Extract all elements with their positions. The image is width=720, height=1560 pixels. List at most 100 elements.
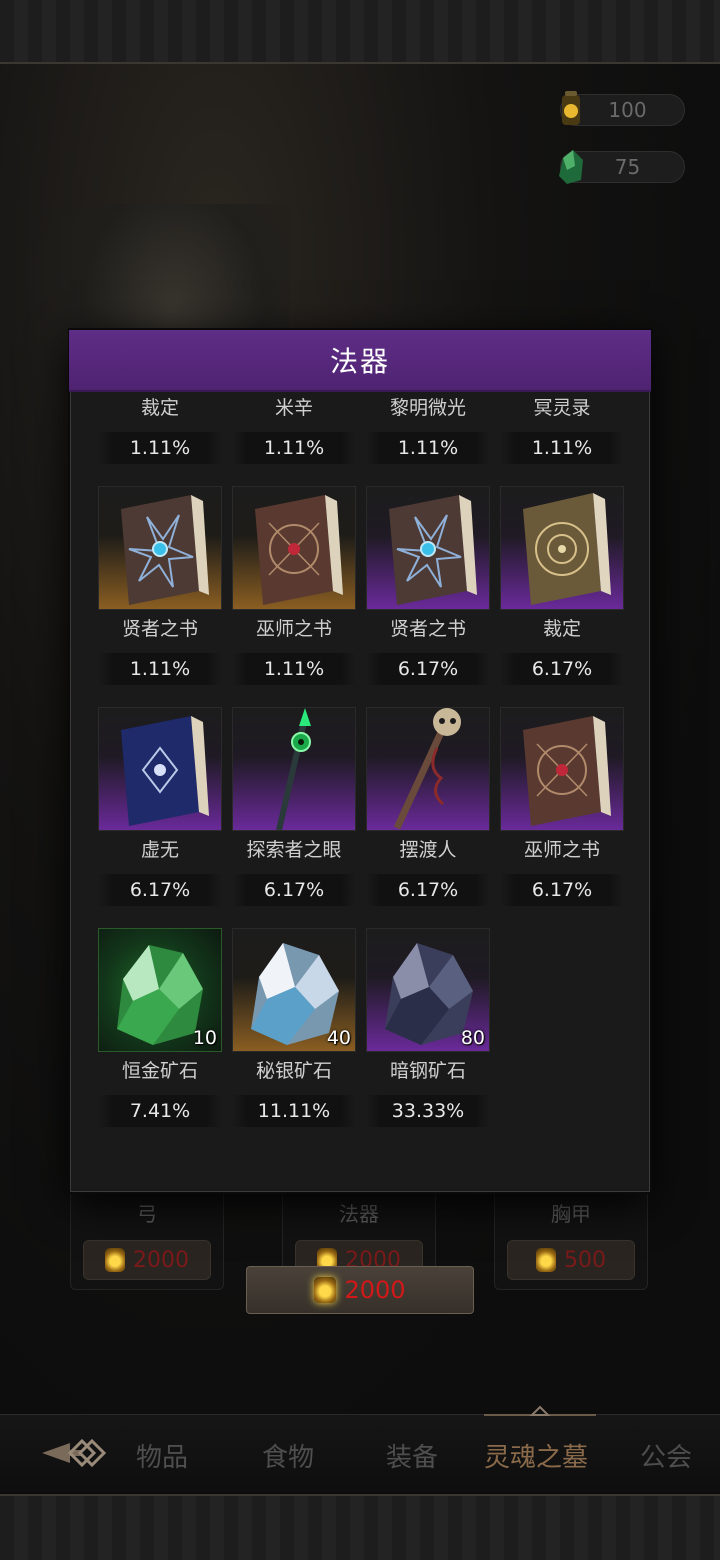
item-name: 黎明微光	[389, 397, 466, 419]
item-drop-rate: 7.41%	[98, 1095, 222, 1127]
item-cell[interactable]: 黎明微光 1.11%	[366, 393, 490, 485]
item-cell[interactable]: 10 恒金矿石 7.41%	[98, 928, 222, 1148]
item-name: 裁定	[542, 618, 581, 640]
lantern-count: 100	[608, 98, 647, 122]
item-name: 巫师之书	[255, 618, 332, 640]
active-tab-indicator-icon	[484, 1405, 596, 1416]
wizard-book-icon	[255, 495, 343, 605]
item-cell[interactable]: 裁定 6.17%	[500, 486, 624, 706]
item-drop-rate: 6.17%	[366, 653, 490, 685]
bottom-frame	[0, 1494, 720, 1560]
item-drop-rate: 6.17%	[98, 874, 222, 906]
skull-staff-icon	[393, 708, 461, 830]
tab-items[interactable]: 物品	[136, 1437, 188, 1474]
item-row: 贤者之书 1.11% 巫师之书 1.11% 贤者之书 6.17% 裁定 6.17%	[98, 486, 624, 706]
green-ore-icon	[559, 150, 583, 184]
purchase-price: 2000	[344, 1276, 406, 1304]
wizard-book-icon	[523, 716, 611, 826]
tab-food[interactable]: 食物	[262, 1437, 314, 1474]
item-drop-rate: 11.11%	[232, 1095, 356, 1127]
tab-guild[interactable]: 公会	[640, 1437, 692, 1474]
void-book-icon	[121, 716, 209, 826]
item-cell[interactable]: 贤者之书 1.11%	[98, 486, 222, 706]
item-cell[interactable]: 裁定 1.11%	[98, 393, 222, 485]
shop-card-label: 法器	[339, 1202, 379, 1226]
item-drop-rate: 1.11%	[232, 653, 356, 685]
shop-card-price[interactable]: 2000	[83, 1240, 211, 1280]
lantern-icon	[314, 1277, 337, 1303]
item-tile[interactable]: 40	[232, 928, 356, 1052]
eye-staff-icon	[276, 708, 311, 830]
item-quantity: 10	[192, 1027, 217, 1049]
item-tile[interactable]	[232, 707, 356, 831]
shop-card-label: 胸甲	[551, 1202, 591, 1226]
item-name: 裁定	[140, 397, 179, 419]
item-tile[interactable]: 10	[98, 928, 222, 1052]
lantern-icon	[536, 1248, 556, 1272]
item-name: 恒金矿石	[121, 1060, 198, 1082]
item-drop-rate: 1.11%	[98, 432, 222, 464]
item-drop-rate: 1.11%	[500, 432, 624, 464]
item-tile[interactable]	[98, 486, 222, 610]
modal-title: 法器	[69, 330, 651, 392]
item-quantity: 40	[326, 1027, 351, 1049]
ore-resource: 75	[559, 150, 685, 184]
shop-card-chest[interactable]: 胸甲 500	[494, 1185, 648, 1290]
item-cell[interactable]: 探索者之眼 6.17%	[232, 707, 356, 927]
item-cell[interactable]: 摆渡人 6.17%	[366, 707, 490, 927]
tab-equipment[interactable]: 装备	[386, 1437, 438, 1474]
ore-count: 75	[614, 155, 641, 179]
item-name: 巫师之书	[523, 839, 600, 861]
item-name: 虚无	[140, 839, 179, 861]
judgement-tome-icon	[523, 493, 611, 605]
shop-card-price[interactable]: 500	[507, 1240, 635, 1280]
item-cell[interactable]: 冥灵录 1.11%	[500, 393, 624, 485]
item-drop-rate: 6.17%	[366, 874, 490, 906]
item-cell[interactable]: 80 暗钢矿石 33.33%	[366, 928, 490, 1148]
item-name: 贤者之书	[389, 618, 466, 640]
item-row: 虚无 6.17% 探索者之眼 6.17% 摆渡人 6.17% 巫师之书 6.17%	[98, 707, 624, 927]
item-cell[interactable]: 巫师之书 6.17%	[500, 707, 624, 927]
item-drop-rate: 1.11%	[98, 653, 222, 685]
item-drop-rate: 1.11%	[232, 432, 356, 464]
item-tile[interactable]	[366, 707, 490, 831]
sage-book-icon	[121, 495, 209, 605]
tab-soul-tomb[interactable]: 灵魂之墓	[484, 1437, 588, 1474]
item-cell[interactable]: 虚无 6.17%	[98, 707, 222, 927]
bottom-nav: 物品 食物 装备 灵魂之墓 公会	[0, 1405, 720, 1492]
sage-book-icon	[389, 495, 477, 605]
item-tile[interactable]: 80	[366, 928, 490, 1052]
top-frame	[0, 0, 720, 64]
back-arrow-icon[interactable]	[40, 1433, 106, 1473]
item-drop-rate: 33.33%	[366, 1095, 490, 1127]
shop-card-label: 弓	[137, 1202, 157, 1226]
item-quantity: 80	[460, 1027, 485, 1049]
item-tile[interactable]	[366, 486, 490, 610]
item-drop-rate: 6.17%	[232, 874, 356, 906]
lantern-icon	[562, 91, 580, 125]
item-cell[interactable]: 米辛 1.11%	[232, 393, 356, 485]
item-drop-rate: 6.17%	[500, 874, 624, 906]
lantern-resource: 100	[560, 91, 685, 126]
item-name: 探索者之眼	[246, 839, 342, 861]
shop-card-bow[interactable]: 弓 2000	[70, 1185, 224, 1290]
purchase-button[interactable]: 2000	[246, 1266, 474, 1314]
item-row: 10 恒金矿石 7.41% 40 秘银矿石 11.11% 80 暗钢矿石 33.33%	[98, 928, 624, 1148]
price-value: 2000	[133, 1247, 189, 1273]
item-name: 暗钢矿石	[389, 1060, 466, 1082]
item-list[interactable]: 裁定 1.11% 米辛 1.11% 黎明微光 1.11% 冥灵录 1.11% 贤者之书 1.11%…	[71, 393, 649, 1191]
drop-rate-modal: 法器 裁定 1.11% 米辛 1.11% 黎明微光 1.11% 冥灵录 1.11% 贤者之书 1.…	[69, 330, 651, 1192]
price-value: 500	[564, 1247, 606, 1273]
item-cell[interactable]: 40 秘银矿石 11.11%	[232, 928, 356, 1148]
item-tile[interactable]	[500, 707, 624, 831]
item-tile[interactable]	[232, 486, 356, 610]
item-cell[interactable]: 贤者之书 6.17%	[366, 486, 490, 706]
item-tile[interactable]	[98, 707, 222, 831]
item-tile[interactable]	[500, 486, 624, 610]
item-drop-rate: 6.17%	[500, 653, 624, 685]
lantern-icon	[105, 1248, 125, 1272]
item-cell[interactable]: 巫师之书 1.11%	[232, 486, 356, 706]
item-row: 裁定 1.11% 米辛 1.11% 黎明微光 1.11% 冥灵录 1.11%	[98, 393, 624, 485]
item-name: 冥灵录	[533, 397, 591, 419]
item-drop-rate: 1.11%	[366, 432, 490, 464]
